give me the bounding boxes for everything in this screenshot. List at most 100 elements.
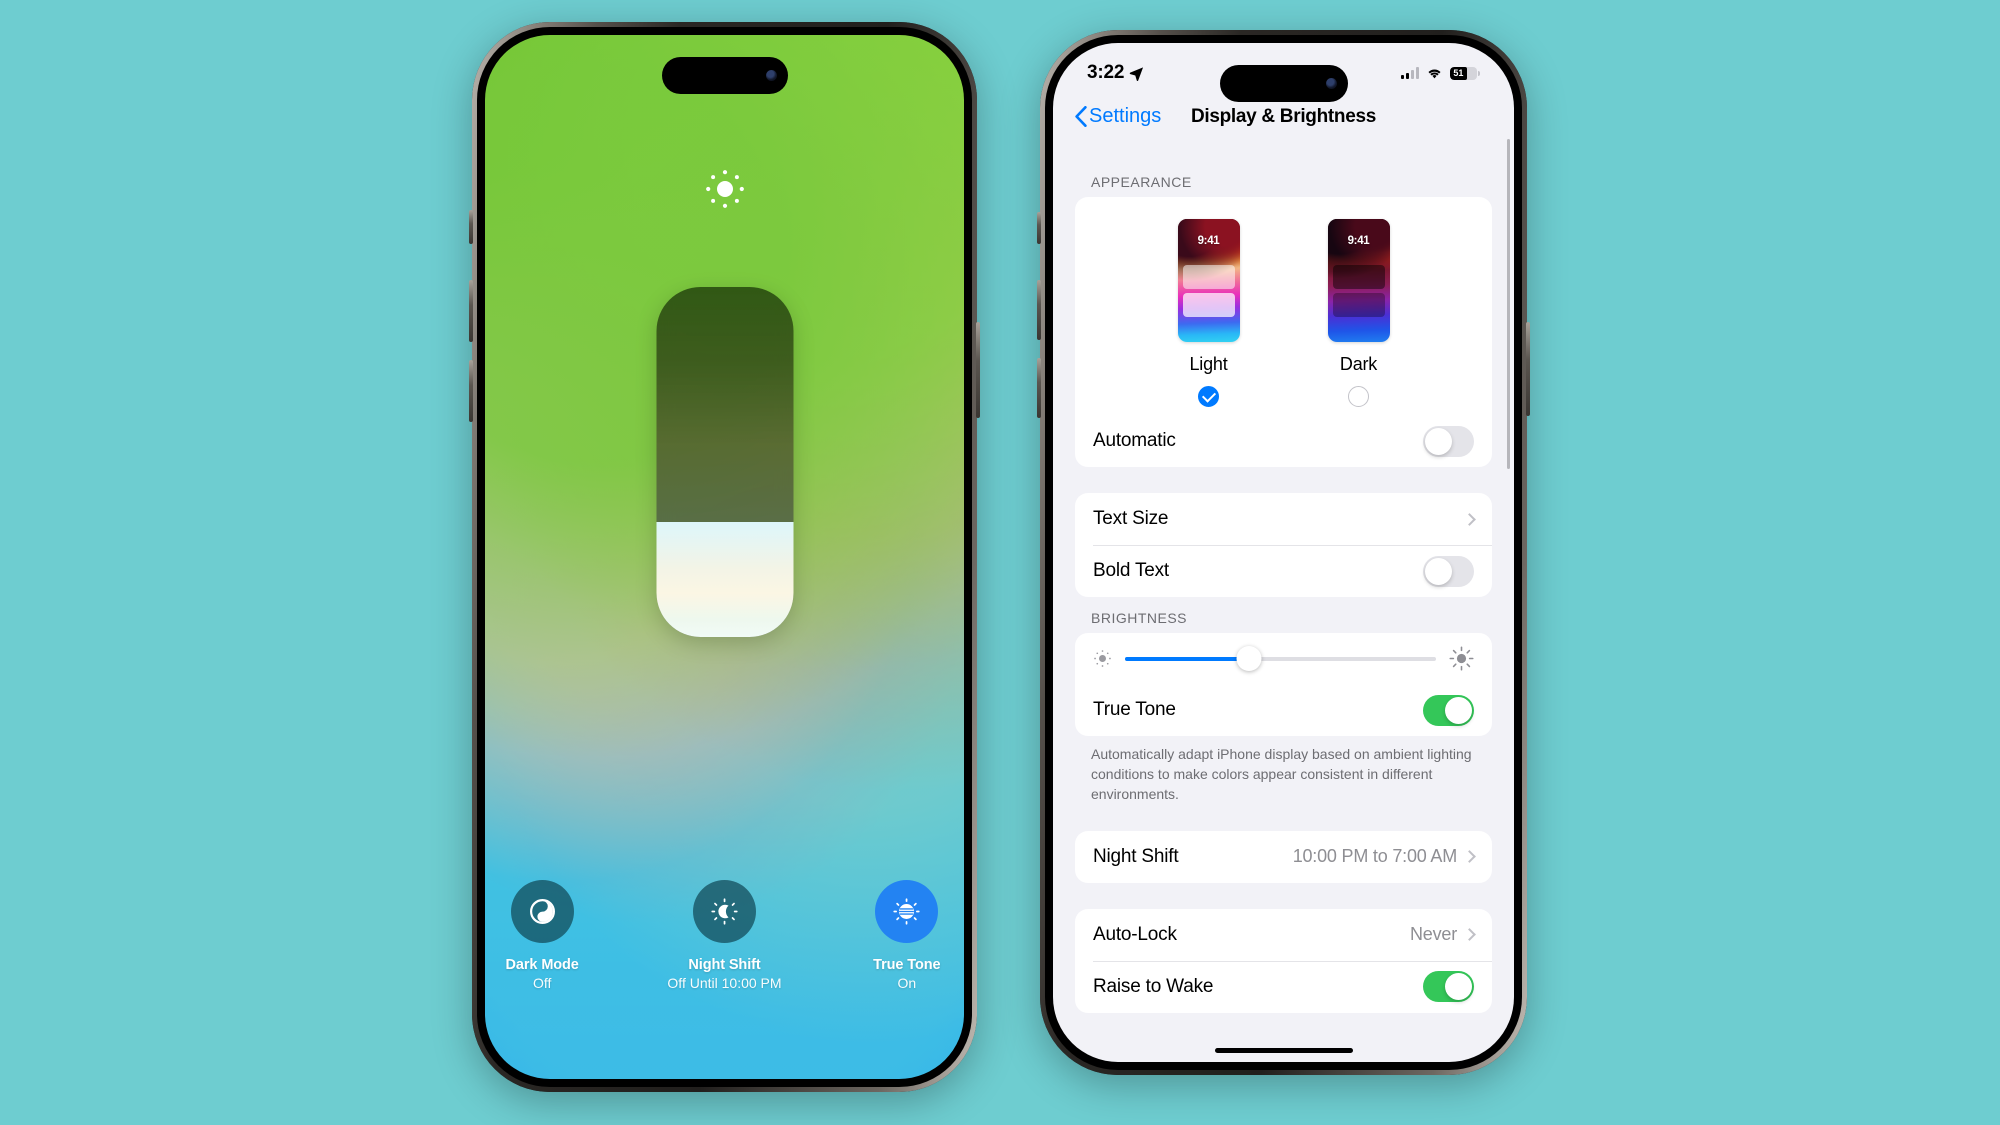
left-phone-screen: Dark Mode Off Night Shift Off Until 10:0… — [485, 35, 964, 1079]
appearance-option-light[interactable]: 9:41 Light — [1177, 219, 1240, 407]
night-shift-row[interactable]: Night Shift 10:00 PM to 7:00 AM — [1075, 831, 1492, 883]
right-iphone-device: 3:22 51 Settings Display & Brightness AP… — [1037, 30, 1530, 1075]
night-shift-control[interactable]: Night Shift Off Until 10:00 PM — [667, 879, 782, 993]
volume-up-button[interactable] — [1037, 280, 1041, 340]
settings-scroll-view[interactable]: APPEARANCE 9:41 Light 9:41 Dark Automati… — [1053, 161, 1514, 1062]
battery-cap — [1478, 70, 1480, 76]
brightness-group: True Tone — [1075, 633, 1492, 736]
volume-up-button[interactable] — [469, 280, 473, 342]
dark-mode-status: Off — [532, 975, 552, 992]
section-spacer-3 — [1053, 883, 1514, 909]
text-size-value — [1463, 512, 1476, 526]
location-arrow-icon — [1130, 66, 1144, 81]
dynamic-island — [1219, 65, 1348, 102]
battery-indicator: 51 — [1450, 66, 1480, 80]
brightness-low-icon — [1094, 650, 1111, 667]
true-tone-status: On — [897, 975, 917, 992]
back-to-settings-button[interactable]: Settings — [1075, 105, 1161, 128]
bold-text-row[interactable]: Bold Text — [1075, 545, 1492, 597]
navigation-bar: Settings Display & Brightness — [1053, 103, 1514, 142]
brightness-slider[interactable] — [656, 287, 793, 637]
volume-down-button[interactable] — [469, 360, 473, 422]
night-shift-title: Night Shift — [688, 956, 761, 973]
battery-icon: 51 — [1450, 66, 1477, 80]
mute-switch[interactable] — [469, 210, 473, 244]
volume-down-button[interactable] — [1037, 358, 1041, 418]
wifi-icon — [1428, 68, 1441, 78]
true-tone-toggle[interactable] — [1423, 694, 1474, 726]
text-size-label: Text Size — [1093, 508, 1169, 529]
true-tone-footnote: Automatically adapt iPhone display based… — [1091, 746, 1472, 802]
battery-percent: 51 — [1453, 68, 1464, 78]
dark-wallpaper-thumbnail: 9:41 — [1327, 219, 1390, 342]
automatic-row[interactable]: Automatic — [1075, 415, 1492, 467]
true-tone-control[interactable]: True Tone On — [850, 879, 964, 993]
scroll-indicator[interactable] — [1507, 139, 1510, 469]
auto-lock-row[interactable]: Auto-Lock Never — [1075, 909, 1492, 961]
dark-option-label: Dark — [1339, 354, 1378, 374]
appearance-option-dark[interactable]: 9:41 Dark — [1327, 219, 1390, 407]
light-wallpaper-thumbnail: 9:41 — [1177, 219, 1240, 342]
automatic-toggle[interactable] — [1423, 425, 1474, 457]
true-tone-row[interactable]: True Tone — [1075, 684, 1492, 736]
status-bar-time: 3:22 — [1087, 62, 1125, 83]
night-shift-label: Night Shift — [1093, 845, 1179, 867]
right-phone-screen: 3:22 51 Settings Display & Brightness AP… — [1053, 43, 1514, 1062]
light-thumb-time: 9:41 — [1197, 235, 1220, 247]
chevron-right-icon — [1463, 512, 1476, 526]
sun-icon — [703, 167, 747, 211]
auto-lock-value: Never — [1409, 924, 1457, 945]
raise-to-wake-toggle[interactable] — [1423, 971, 1474, 1003]
true-tone-icon — [875, 879, 939, 943]
auto-lock-value-group: Never — [1409, 924, 1476, 945]
section-spacer-2 — [1053, 805, 1514, 831]
text-group: Text Size Bold Text — [1075, 493, 1492, 597]
power-button[interactable] — [976, 322, 980, 418]
bold-text-toggle[interactable] — [1423, 555, 1474, 587]
true-tone-title: True Tone — [873, 956, 941, 973]
light-option-radio[interactable] — [1198, 386, 1219, 407]
dynamic-island — [661, 57, 788, 94]
night-shift-status: Off Until 10:00 PM — [667, 975, 782, 992]
lock-group: Auto-Lock Never Raise to Wake — [1075, 908, 1492, 1013]
status-bar-time-group: 3:22 — [1087, 62, 1144, 84]
brightness-slider-fill — [656, 521, 793, 637]
status-bar-indicators: 51 — [1401, 66, 1480, 80]
slider-knob[interactable] — [1236, 646, 1262, 671]
front-camera-icon — [1325, 78, 1337, 89]
bold-text-label: Bold Text — [1093, 560, 1170, 581]
chevron-right-icon — [1463, 928, 1476, 941]
slider-fill — [1125, 656, 1250, 661]
raise-to-wake-label: Raise to Wake — [1093, 975, 1214, 997]
appearance-section-header: APPEARANCE — [1091, 174, 1192, 190]
dark-mode-control[interactable]: Dark Mode Off — [485, 879, 599, 993]
power-button[interactable] — [1526, 322, 1530, 416]
brightness-slider-row[interactable] — [1075, 633, 1492, 684]
chevron-right-icon — [1463, 850, 1476, 863]
mute-switch[interactable] — [1037, 212, 1041, 244]
display-brightness-slider[interactable] — [1125, 646, 1436, 671]
back-button-label: Settings — [1089, 105, 1162, 127]
settings-app: 3:22 51 Settings Display & Brightness AP… — [1053, 43, 1514, 1062]
dark-option-radio[interactable] — [1348, 386, 1369, 407]
night-shift-value-group: 10:00 PM to 7:00 AM — [1293, 846, 1476, 867]
light-option-label: Light — [1189, 354, 1228, 374]
chevron-left-icon — [1075, 106, 1087, 127]
night-shift-icon — [692, 879, 756, 943]
auto-lock-label: Auto-Lock — [1093, 923, 1177, 945]
dark-mode-title: Dark Mode — [505, 956, 579, 973]
night-shift-group: Night Shift 10:00 PM to 7:00 AM — [1075, 830, 1492, 883]
home-indicator[interactable] — [1214, 1048, 1353, 1053]
brightness-high-icon — [1449, 646, 1474, 671]
front-camera-icon — [765, 70, 777, 81]
raise-to-wake-row[interactable]: Raise to Wake — [1075, 960, 1492, 1013]
appearance-options: 9:41 Light 9:41 Dark — [1075, 197, 1492, 415]
automatic-label: Automatic — [1093, 430, 1176, 451]
dark-mode-icon — [510, 879, 574, 943]
left-iphone-device: Dark Mode Off Night Shift Off Until 10:0… — [469, 22, 980, 1092]
brightness-section-header: BRIGHTNESS — [1091, 610, 1188, 626]
true-tone-label: True Tone — [1093, 699, 1176, 720]
screenshot-canvas: Dark Mode Off Night Shift Off Until 10:0… — [0, 0, 2000, 1125]
control-center-toggles: Dark Mode Off Night Shift Off Until 10:0… — [485, 879, 964, 993]
text-size-row[interactable]: Text Size — [1075, 493, 1492, 545]
